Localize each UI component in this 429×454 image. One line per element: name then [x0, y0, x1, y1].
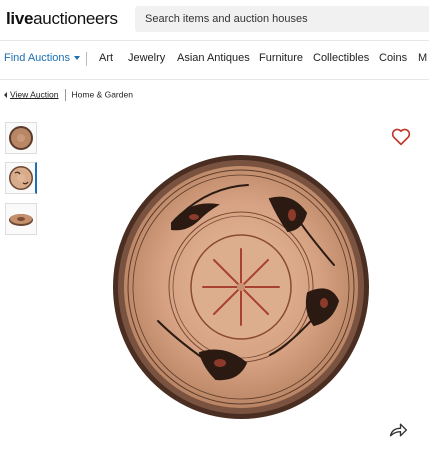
breadcrumb: View Auction Home & Garden [4, 89, 133, 101]
nav-item-art[interactable]: Art [99, 52, 113, 64]
find-auctions-dropdown[interactable]: Find Auctions [4, 52, 81, 64]
nav-item-more[interactable]: M [418, 52, 427, 64]
nav-item-asian-antiques[interactable]: Asian Antiques [177, 52, 250, 64]
thumbnail-2[interactable] [5, 162, 37, 194]
bowl-thumbnail-image [9, 126, 33, 150]
nav-item-furniture[interactable]: Furniture [259, 52, 303, 64]
nav-item-collectibles[interactable]: Collectibles [313, 52, 369, 64]
site-header: liveauctioneers [0, 0, 429, 40]
nav-divider [86, 52, 87, 66]
nav-item-jewelry[interactable]: Jewelry [128, 52, 165, 64]
back-arrow-icon [4, 92, 7, 98]
share-icon[interactable] [388, 421, 408, 439]
bowl-thumbnail-image [9, 166, 33, 190]
category-nav: Find Auctions Art Jewelry Asian Antiques… [0, 40, 429, 80]
search-bar[interactable] [135, 6, 429, 32]
thumbnail-1[interactable] [5, 122, 37, 154]
breadcrumb-category[interactable]: Home & Garden [72, 89, 133, 99]
search-input[interactable] [145, 6, 425, 32]
thumbnail-3[interactable] [5, 203, 37, 235]
caret-down-icon [74, 56, 81, 61]
heart-icon[interactable] [391, 128, 411, 146]
logo[interactable]: liveauctioneers [6, 9, 118, 29]
nav-item-coins[interactable]: Coins [379, 52, 407, 64]
view-auction-link[interactable]: View Auction [10, 89, 59, 99]
lot-main-image[interactable] [112, 153, 370, 421]
bowl-thumbnail-image [9, 214, 33, 226]
